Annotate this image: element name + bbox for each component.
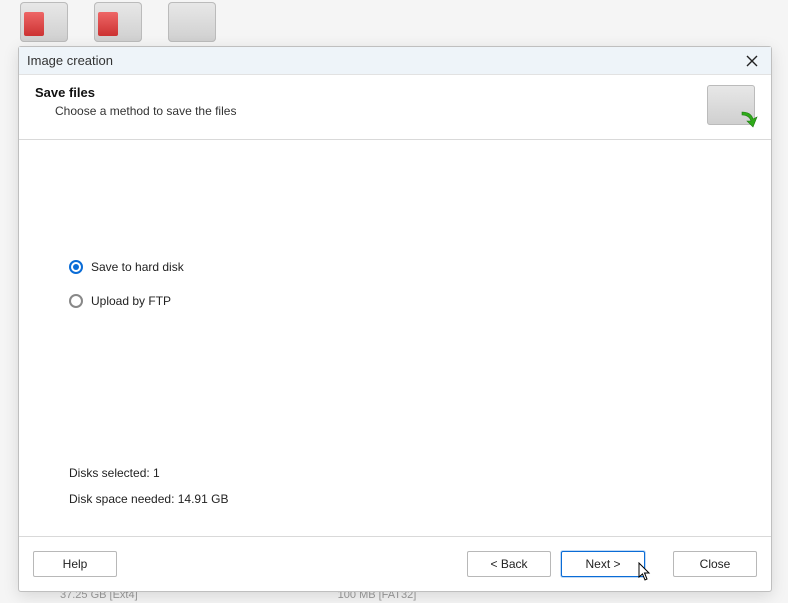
disk-info: Disks selected: 1 Disk space needed: 14.… bbox=[69, 466, 228, 518]
radio-save-hard-disk[interactable]: Save to hard disk bbox=[69, 260, 721, 274]
help-button[interactable]: Help bbox=[33, 551, 117, 577]
header-subtitle: Choose a method to save the files bbox=[55, 104, 236, 118]
close-icon[interactable] bbox=[741, 50, 763, 72]
save-method-options: Save to hard disk Upload by FTP bbox=[69, 260, 721, 308]
disk-thumb-3 bbox=[168, 2, 216, 42]
disk-space-line: Disk space needed: 14.91 GB bbox=[69, 492, 228, 506]
radio-icon bbox=[69, 260, 83, 274]
close-button[interactable]: Close bbox=[673, 551, 757, 577]
disks-selected-line: Disks selected: 1 bbox=[69, 466, 228, 480]
save-disk-icon bbox=[707, 85, 755, 125]
dialog-header: Save files Choose a method to save the f… bbox=[19, 75, 771, 140]
radio-icon bbox=[69, 294, 83, 308]
disk-thumb-2 bbox=[94, 2, 142, 42]
radio-upload-ftp[interactable]: Upload by FTP bbox=[69, 294, 721, 308]
dialog-footer: Help < Back Next > Close bbox=[19, 536, 771, 591]
dialog-body: Save to hard disk Upload by FTP Disks se… bbox=[19, 140, 771, 536]
dialog-titlebar: Image creation bbox=[19, 47, 771, 75]
image-creation-dialog: Image creation Save files Choose a metho… bbox=[18, 46, 772, 592]
background-disk-thumbnails bbox=[0, 0, 236, 44]
radio-label: Save to hard disk bbox=[91, 260, 184, 274]
next-button[interactable]: Next > bbox=[561, 551, 645, 577]
back-button[interactable]: < Back bbox=[467, 551, 551, 577]
header-title: Save files bbox=[35, 85, 236, 100]
disk-thumb-1 bbox=[20, 2, 68, 42]
radio-label: Upload by FTP bbox=[91, 294, 171, 308]
dialog-title: Image creation bbox=[27, 53, 113, 68]
